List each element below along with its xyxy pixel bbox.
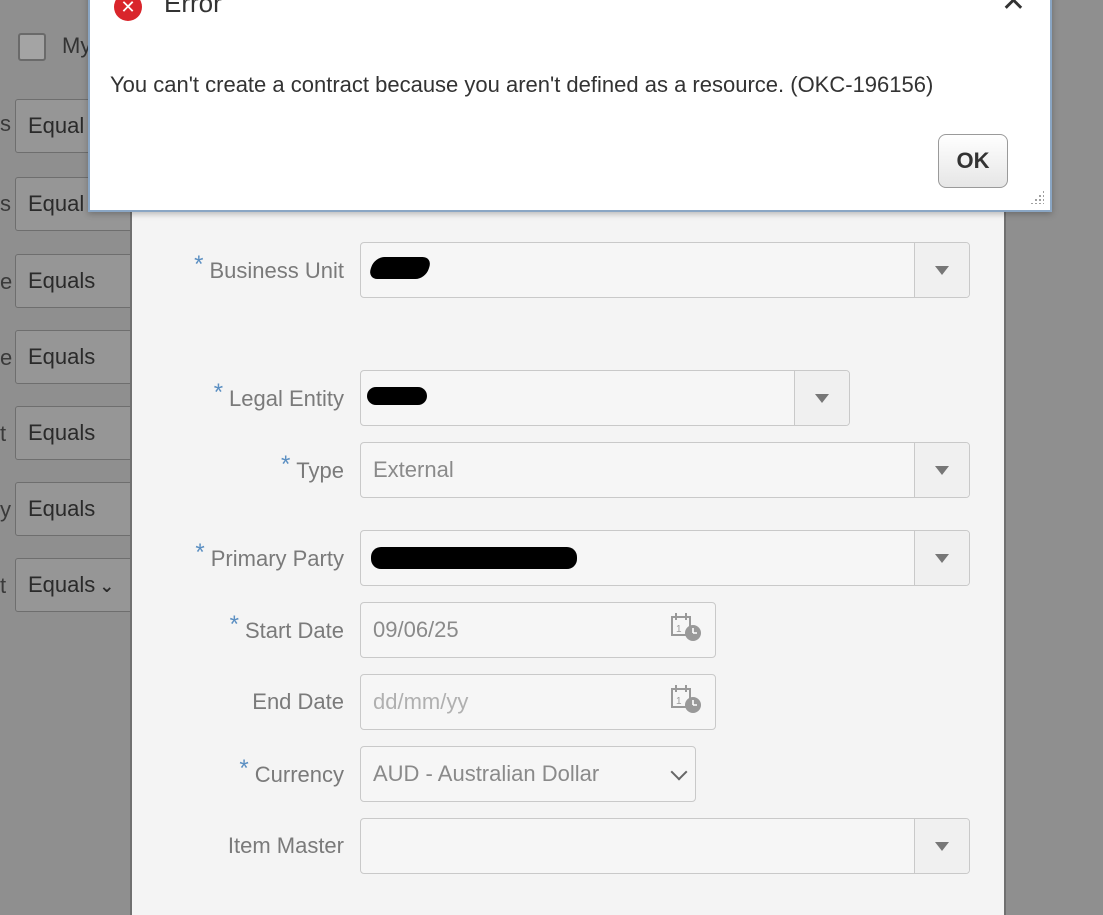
legal-entity-select[interactable] [360, 370, 850, 426]
create-contract-dialog: * Business Unit * Legal Entity * Type Exter… [130, 195, 1006, 915]
operator-value: Equals [28, 572, 96, 597]
chevron-down-icon[interactable] [914, 819, 969, 873]
row-label-fragment: s [0, 191, 11, 216]
operator-value: Equals [28, 496, 96, 521]
start-date-value: 09/06/25 [373, 617, 459, 642]
row-label-fragment: s [0, 111, 11, 136]
error-message: You can't create a contract because you … [110, 72, 934, 97]
legal-entity-label: * Legal Entity [213, 379, 344, 411]
chevron-down-icon[interactable] [914, 531, 969, 585]
operator-value: Equal [28, 113, 85, 138]
my-checkbox-label: My [62, 33, 92, 58]
redacted-value [367, 387, 427, 405]
operator-value: Equal [28, 191, 85, 216]
error-dialog-title: Error [164, 0, 222, 18]
required-marker: * [194, 251, 204, 278]
my-checkbox[interactable] [18, 33, 46, 61]
type-value: External [373, 457, 454, 482]
svg-text:1: 1 [676, 696, 682, 707]
calendar-icon[interactable]: 1 [669, 683, 703, 721]
chevron-down-icon[interactable] [794, 371, 849, 425]
svg-text:1: 1 [676, 624, 682, 635]
currency-value: AUD - Australian Dollar [373, 761, 600, 786]
required-marker: * [229, 611, 239, 638]
redacted-value [367, 257, 433, 279]
error-icon: ✕ [114, 0, 142, 21]
business-unit-label: * Business Unit [194, 251, 344, 283]
operator-value: Equals [28, 420, 96, 445]
row-label-fragment: t [0, 573, 7, 598]
currency-label: * Currency [239, 755, 344, 787]
end-date-input[interactable]: dd/mm/yy 1 [360, 674, 716, 730]
error-dialog: ✕ Error ✕ You can't create a contract be… [88, 0, 1052, 212]
type-label: * Type [280, 451, 344, 483]
business-unit-select[interactable] [360, 242, 970, 298]
chevron-down-icon[interactable] [914, 243, 969, 297]
chevron-down-icon[interactable] [914, 443, 969, 497]
end-date-label: End Date [252, 689, 344, 714]
row-label-fragment: e [0, 269, 13, 294]
row-label-fragment: e [0, 345, 13, 370]
ok-button[interactable]: OK [938, 134, 1008, 188]
close-icon[interactable]: ✕ [1001, 0, 1026, 19]
currency-select[interactable]: AUD - Australian Dollar [360, 746, 696, 802]
chevron-down-icon [670, 763, 688, 781]
chevron-down-icon: ⌄ [99, 576, 115, 596]
operator-value: Equals [28, 268, 96, 293]
row-label-fragment: y [0, 497, 11, 522]
resize-grip-icon[interactable] [1030, 190, 1044, 204]
calendar-icon[interactable]: 1 [669, 611, 703, 649]
row-label-fragment: t [0, 421, 7, 446]
item-master-label: Item Master [227, 833, 344, 858]
type-select[interactable]: External [360, 442, 970, 498]
required-marker: * [195, 539, 205, 566]
item-master-select[interactable] [360, 818, 970, 874]
end-date-placeholder: dd/mm/yy [373, 689, 469, 714]
start-date-label: * Start Date [229, 611, 344, 643]
redacted-value [371, 547, 577, 569]
operator-value: Equals [28, 344, 96, 369]
required-marker: * [239, 755, 249, 782]
primary-party-select[interactable] [360, 530, 970, 586]
required-marker: * [280, 451, 291, 478]
required-marker: * [213, 379, 224, 406]
primary-party-label: * Primary Party [195, 539, 344, 571]
start-date-input[interactable]: 09/06/25 1 [360, 602, 716, 658]
